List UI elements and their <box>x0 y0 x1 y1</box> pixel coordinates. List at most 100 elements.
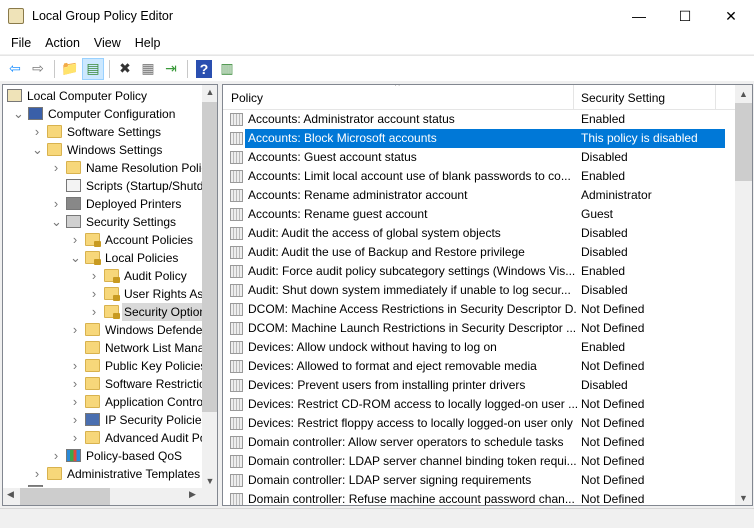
close-button[interactable]: ✕ <box>708 0 754 32</box>
chevron-right-icon[interactable]: › <box>70 375 80 393</box>
tree-item[interactable]: › User Configuration <box>3 483 203 487</box>
policy-row[interactable]: Domain controller: LDAP server channel b… <box>223 452 735 471</box>
policy-row[interactable]: Accounts: Block Microsoft accounts This p… <box>223 129 735 148</box>
column-divider[interactable] <box>573 85 574 110</box>
tree-item[interactable]: › User Rights Ass <box>3 285 203 303</box>
tree-item[interactable]: Local Computer Policy <box>3 87 203 105</box>
policy-row[interactable]: Audit: Force audit policy subcategory se… <box>223 262 735 281</box>
tree-item[interactable]: ⌄ Windows Settings <box>3 141 203 159</box>
scroll-down-arrow-icon[interactable]: ▼ <box>735 493 752 503</box>
tree-item[interactable]: › Software Settings <box>3 123 203 141</box>
column-header-security-setting[interactable]: Security Setting <box>581 91 665 105</box>
policy-row[interactable]: Accounts: Administrator account status En… <box>223 110 735 129</box>
column-header-policy[interactable]: Policy <box>231 91 263 105</box>
tree-item[interactable]: Scripts (Startup/Shutd <box>3 177 203 195</box>
scroll-right-arrow-icon[interactable]: ▶ <box>189 489 196 500</box>
policy-row[interactable]: Domain controller: Allow server operator… <box>223 433 735 452</box>
chevron-down-icon[interactable]: ⌄ <box>32 141 43 159</box>
policy-row[interactable]: DCOM: Machine Access Restrictions in Sec… <box>223 300 735 319</box>
tree-item[interactable]: › Software Restrictio <box>3 375 203 393</box>
policy-row[interactable]: Devices: Allow undock without having to … <box>223 338 735 357</box>
tree-item[interactable]: › Security Option <box>3 303 203 321</box>
policy-row[interactable]: Accounts: Rename administrator account Ad… <box>223 186 735 205</box>
maximize-button[interactable]: ☐ <box>662 0 708 32</box>
chevron-down-icon[interactable]: ⌄ <box>70 249 81 267</box>
chevron-right-icon[interactable]: › <box>89 303 99 321</box>
computer-icon <box>28 107 43 120</box>
tree-item[interactable]: › Name Resolution Polic <box>3 159 203 177</box>
menu-action[interactable]: Action <box>38 36 87 50</box>
tree-item[interactable]: › Policy-based QoS <box>3 447 203 465</box>
list-vertical-scrollbar[interactable]: ▲ ▼ <box>735 85 752 505</box>
show-action-pane-icon[interactable]: ▥ <box>216 58 238 80</box>
policy-row[interactable]: Audit: Audit the access of global system… <box>223 224 735 243</box>
tree-item[interactable]: › IP Security Policies <box>3 411 203 429</box>
tree-item[interactable]: › Administrative Templates <box>3 465 203 483</box>
show-hide-tree-icon[interactable]: ▤ <box>82 57 104 80</box>
chevron-down-icon[interactable]: ⌄ <box>13 105 24 123</box>
scroll-up-arrow-icon[interactable]: ▲ <box>735 89 752 99</box>
column-divider[interactable] <box>715 85 716 110</box>
policy-row[interactable]: Accounts: Guest account status Disabled <box>223 148 735 167</box>
policy-name: Domain controller: Allow server operator… <box>248 435 564 449</box>
policy-row[interactable]: Audit: Shut down system immediately if u… <box>223 281 735 300</box>
tree-item[interactable]: › Public Key Policies <box>3 357 203 375</box>
tree-item[interactable]: › Deployed Printers <box>3 195 203 213</box>
properties-icon[interactable]: ▦ <box>137 58 159 80</box>
scroll-down-arrow-icon[interactable]: ▼ <box>202 476 217 486</box>
tree-item[interactable]: › Audit Policy <box>3 267 203 285</box>
chevron-right-icon[interactable]: › <box>70 357 80 375</box>
back-icon[interactable]: ⇦ <box>4 58 26 80</box>
policy-row[interactable]: Devices: Allowed to format and eject rem… <box>223 357 735 376</box>
tree-hscroll-thumb[interactable] <box>20 488 110 505</box>
policy-row[interactable]: Accounts: Rename guest account Guest <box>223 205 735 224</box>
delete-icon[interactable]: ✖ <box>114 58 136 80</box>
up-folder-icon[interactable]: 📁 <box>59 58 81 80</box>
chevron-right-icon[interactable]: › <box>32 465 42 483</box>
chevron-right-icon[interactable]: › <box>51 195 61 213</box>
tree-scroll-thumb[interactable] <box>202 102 217 412</box>
tree-item[interactable]: ⌄ Computer Configuration <box>3 105 203 123</box>
tree-item[interactable]: ⌄ Local Policies <box>3 249 203 267</box>
chevron-right-icon[interactable]: › <box>51 447 61 465</box>
list-scroll-thumb[interactable] <box>735 103 752 181</box>
chevron-right-icon[interactable]: › <box>13 483 23 487</box>
tree-horizontal-scrollbar[interactable]: ◀ ▶ <box>3 488 217 505</box>
tree-item[interactable]: › Windows Defender <box>3 321 203 339</box>
policy-row[interactable]: Devices: Restrict CD-ROM access to local… <box>223 395 735 414</box>
menu-help[interactable]: Help <box>128 36 168 50</box>
policy-setting: Enabled <box>581 169 626 183</box>
menu-file[interactable]: File <box>4 36 38 50</box>
chevron-right-icon[interactable]: › <box>89 285 99 303</box>
tree-item[interactable]: Network List Mana <box>3 339 203 357</box>
policy-row[interactable]: Devices: Prevent users from installing p… <box>223 376 735 395</box>
policy-row[interactable]: Domain controller: LDAP server signing r… <box>223 471 735 490</box>
tree-item[interactable]: › Advanced Audit Po <box>3 429 203 447</box>
minimize-button[interactable]: — <box>616 0 662 32</box>
export-list-icon[interactable]: ⇥ <box>160 58 182 80</box>
chevron-right-icon[interactable]: › <box>89 267 99 285</box>
tree-item[interactable]: ⌄ Security Settings <box>3 213 203 231</box>
chevron-down-icon[interactable]: ⌄ <box>51 213 62 231</box>
policy-row[interactable]: Devices: Restrict floppy access to local… <box>223 414 735 433</box>
policy-row[interactable]: Accounts: Limit local account use of bla… <box>223 167 735 186</box>
scroll-left-arrow-icon[interactable]: ◀ <box>7 489 14 500</box>
chevron-right-icon[interactable]: › <box>51 159 61 177</box>
chevron-right-icon[interactable]: › <box>70 321 80 339</box>
scroll-up-arrow-icon[interactable]: ▲ <box>202 87 217 97</box>
chevron-right-icon[interactable]: › <box>70 231 80 249</box>
tree-vertical-scrollbar[interactable]: ▲ ▼ <box>202 85 217 488</box>
chevron-right-icon[interactable]: › <box>70 393 80 411</box>
tree-item-label: Software Settings <box>67 125 162 139</box>
forward-icon[interactable]: ⇨ <box>27 58 49 80</box>
tree-item[interactable]: › Application Contro <box>3 393 203 411</box>
policy-row[interactable]: DCOM: Machine Launch Restrictions in Sec… <box>223 319 735 338</box>
policy-row[interactable]: Domain controller: Refuse machine accoun… <box>223 490 735 505</box>
menu-view[interactable]: View <box>87 36 128 50</box>
chevron-right-icon[interactable]: › <box>32 123 42 141</box>
policy-row[interactable]: Audit: Audit the use of Backup and Resto… <box>223 243 735 262</box>
chevron-right-icon[interactable]: › <box>70 411 80 429</box>
tree-item[interactable]: › Account Policies <box>3 231 203 249</box>
help-icon[interactable]: ? <box>196 59 212 78</box>
chevron-right-icon[interactable]: › <box>70 429 80 447</box>
